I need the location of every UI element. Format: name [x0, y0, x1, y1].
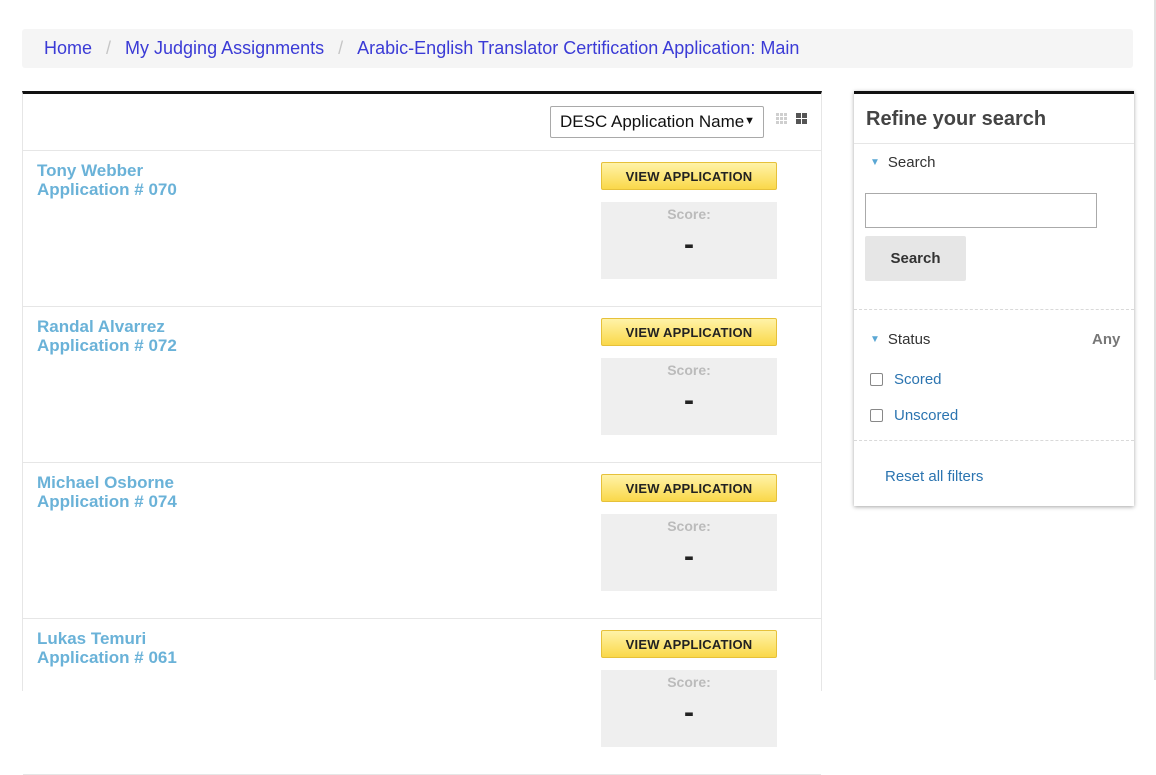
scored-checkbox[interactable] [870, 373, 883, 386]
score-value: - [684, 228, 694, 261]
score-box: Score: - [601, 358, 777, 435]
applicant-name-link[interactable]: Lukas Temuri [37, 629, 146, 649]
refine-title: Refine your search [866, 108, 1047, 130]
breadcrumb: Home / My Judging Assignments / Arabic-E… [22, 29, 1133, 68]
status-any-value: Any [1092, 331, 1121, 348]
score-box: Score: - [601, 514, 777, 591]
search-input[interactable] [865, 193, 1097, 228]
divider [854, 143, 1134, 144]
score-value: - [684, 696, 694, 729]
application-number-link[interactable]: Application # 070 [37, 180, 177, 200]
chevron-down-icon: ▼ [744, 115, 755, 127]
status-facet-toggle[interactable]: ▼ Status [870, 331, 930, 348]
scored-label[interactable]: Scored [894, 371, 942, 388]
score-value: - [684, 540, 694, 573]
triangle-down-icon: ▼ [870, 334, 880, 345]
application-number-link[interactable]: Application # 061 [37, 648, 177, 668]
application-number-link[interactable]: Application # 072 [37, 336, 177, 356]
applicant-name-link[interactable]: Tony Webber [37, 161, 143, 181]
breadcrumb-separator: / [338, 38, 344, 58]
search-button[interactable]: Search [865, 236, 966, 281]
view-application-button[interactable]: VIEW APPLICATION [601, 318, 777, 346]
score-label: Score: [667, 674, 711, 690]
search-facet-toggle[interactable]: ▼ Search [870, 154, 935, 171]
results-toolbar: DESC Application Name ▼ [23, 94, 821, 151]
triangle-down-icon: ▼ [870, 157, 880, 168]
application-row: Michael Osborne Application # 074 VIEW A… [23, 463, 821, 619]
grid-large-icon[interactable] [792, 106, 810, 130]
unscored-label[interactable]: Unscored [894, 407, 958, 424]
breadcrumb-home-link[interactable]: Home [44, 38, 92, 59]
breadcrumb-separator: / [106, 38, 112, 58]
status-option-unscored[interactable]: Unscored [870, 407, 958, 424]
score-box: Score: - [601, 670, 777, 747]
breadcrumb-judging-assignments-link[interactable]: My Judging Assignments [125, 38, 324, 59]
divider [854, 309, 1134, 310]
search-facet-heading: Search [887, 154, 936, 171]
score-label: Score: [667, 362, 711, 378]
view-application-button[interactable]: VIEW APPLICATION [601, 474, 777, 502]
sort-select-value: DESC Application Name [560, 112, 745, 131]
score-label: Score: [667, 518, 711, 534]
application-row: Lukas Temuri Application # 061 VIEW APPL… [23, 619, 821, 775]
view-application-button[interactable]: VIEW APPLICATION [601, 630, 777, 658]
application-row: Tony Webber Application # 070 VIEW APPLI… [23, 151, 821, 307]
score-box: Score: - [601, 202, 777, 279]
score-label: Score: [667, 206, 711, 222]
divider [854, 440, 1134, 441]
status-facet-heading: Status [887, 331, 931, 348]
application-results-panel: DESC Application Name ▼ Tony Webber Appl… [22, 91, 822, 775]
reset-filters-link[interactable]: Reset all filters [885, 468, 983, 485]
application-number-link[interactable]: Application # 074 [37, 492, 177, 512]
status-option-scored[interactable]: Scored [870, 371, 942, 388]
applicant-name-link[interactable]: Michael Osborne [37, 473, 174, 493]
sort-select[interactable]: DESC Application Name ▼ [550, 106, 764, 138]
score-value: - [684, 384, 694, 417]
breadcrumb-current-page-link[interactable]: Arabic-English Translator Certification … [357, 38, 799, 59]
applicant-name-link[interactable]: Randal Alvarrez [37, 317, 165, 337]
unscored-checkbox[interactable] [870, 409, 883, 422]
application-row: Randal Alvarrez Application # 072 VIEW A… [23, 307, 821, 463]
grid-small-icon[interactable] [772, 106, 790, 130]
refine-search-panel: Refine your search ▼ Search Search ▼ Sta… [854, 91, 1134, 506]
view-application-button[interactable]: VIEW APPLICATION [601, 162, 777, 190]
